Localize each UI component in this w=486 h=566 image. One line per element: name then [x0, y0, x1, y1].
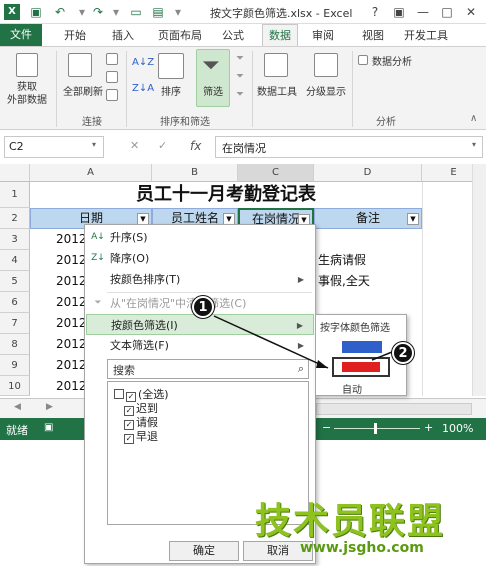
watermark-logo: 技术员联盟: [255, 501, 446, 542]
callout-arrows: [213, 315, 393, 369]
watermark-url: www.jsgho.com: [300, 540, 424, 556]
callout-1: 1: [192, 296, 214, 318]
callout-2: 2: [392, 342, 414, 364]
